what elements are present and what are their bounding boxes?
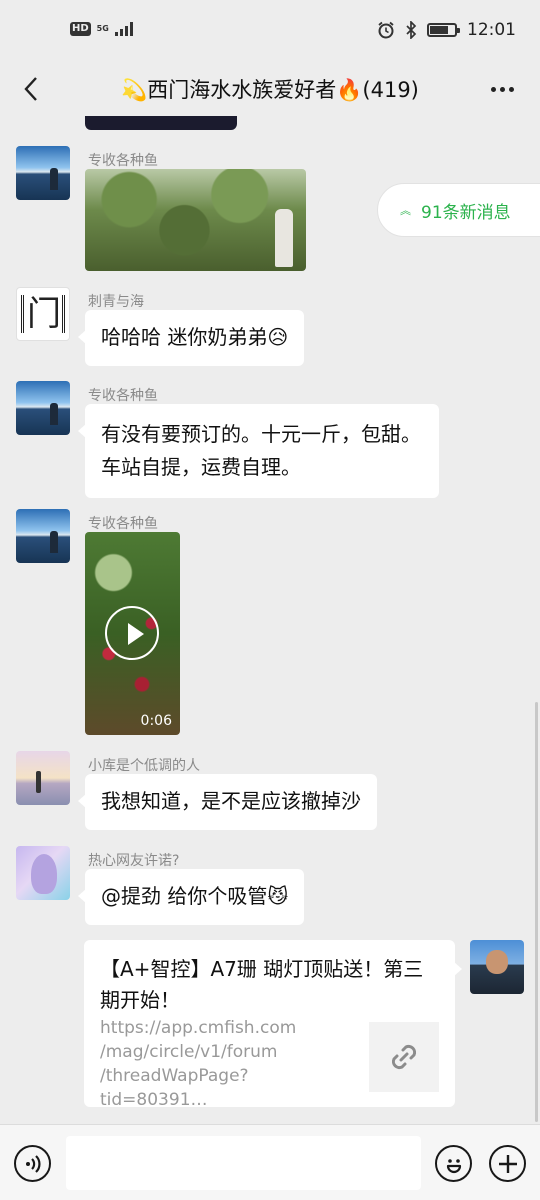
network-type: 5G [96,24,109,33]
image-message[interactable] [85,169,306,271]
alarm-icon [378,21,394,39]
network-indicators: HD 5G [70,22,133,36]
emoji-button[interactable] [435,1145,472,1182]
image-message-partial[interactable] [85,116,237,130]
text-message[interactable]: 我想知道，是不是应该撤掉沙 [78,774,377,830]
chat-header: 💫西门海水水族爱好者🔥(419) [0,62,540,116]
voice-icon [25,1154,40,1173]
message-list[interactable]: ︽ 91条新消息 专收各种鱼 门 刺青与海 哈哈哈 迷你奶弟弟😥 专收各种鱼 有… [0,116,540,1124]
sender-name: 小库是个低调的人 [88,758,200,774]
video-duration: 0:06 [140,713,172,729]
message-input[interactable] [66,1136,421,1190]
video-message[interactable]: 0:06 [85,532,180,735]
link-url: https://app.cmfish.com /mag/circle/v1/fo… [100,1018,297,1110]
plus-icon [498,1154,517,1173]
status-time: 12:01 [467,20,516,40]
input-bar [0,1124,540,1200]
new-messages-label: 91条新消息 [421,202,511,223]
avatar[interactable] [16,381,70,435]
avatar[interactable] [16,146,70,200]
play-icon[interactable] [105,606,159,660]
text-message[interactable]: @提劲 给你个吸管😼 [77,869,305,925]
group-title: 💫西门海水水族爱好者🔥(419) [121,78,419,102]
emoji-icon [446,1158,461,1173]
sender-name: 刺青与海 [88,294,144,310]
sender-name: 专收各种鱼 [88,153,158,169]
status-bar: HD 5G 12:01 [0,0,540,62]
link-thumbnail [369,1022,439,1092]
link-title: 【A+智控】A7珊 瑚灯顶贴送！第三期开始！ [100,957,424,1012]
text-message[interactable]: 哈哈哈 迷你奶弟弟😥 [77,310,305,366]
double-chevron-up-icon: ︽ [400,203,411,217]
avatar[interactable] [16,509,70,563]
text-message[interactable]: 有没有要预订的。十元一斤，包甜。车站自提，运费自理。 [78,404,439,498]
more-options-button[interactable] [484,74,520,104]
bluetooth-icon [406,21,417,39]
hd-badge: HD [70,22,91,36]
avatar[interactable] [16,846,70,900]
battery-icon [427,23,460,37]
scrollbar[interactable] [535,702,538,1122]
sender-name: 热心网友许诺? [88,853,180,869]
sender-name: 专收各种鱼 [88,516,158,532]
self-avatar[interactable] [470,940,524,994]
voice-button[interactable] [14,1145,51,1182]
avatar[interactable] [16,751,70,805]
sender-name: 专收各种鱼 [88,388,158,404]
signal-icon [114,22,133,36]
more-actions-button[interactable] [489,1145,526,1182]
new-messages-button[interactable]: ︽ 91条新消息 [377,183,540,237]
link-icon [391,1044,417,1070]
avatar[interactable]: 门 [16,287,70,341]
logo-text: 门 [21,295,65,333]
link-card[interactable]: 【A+智控】A7珊 瑚灯顶贴送！第三期开始！ https://app.cmfis… [84,940,462,1110]
